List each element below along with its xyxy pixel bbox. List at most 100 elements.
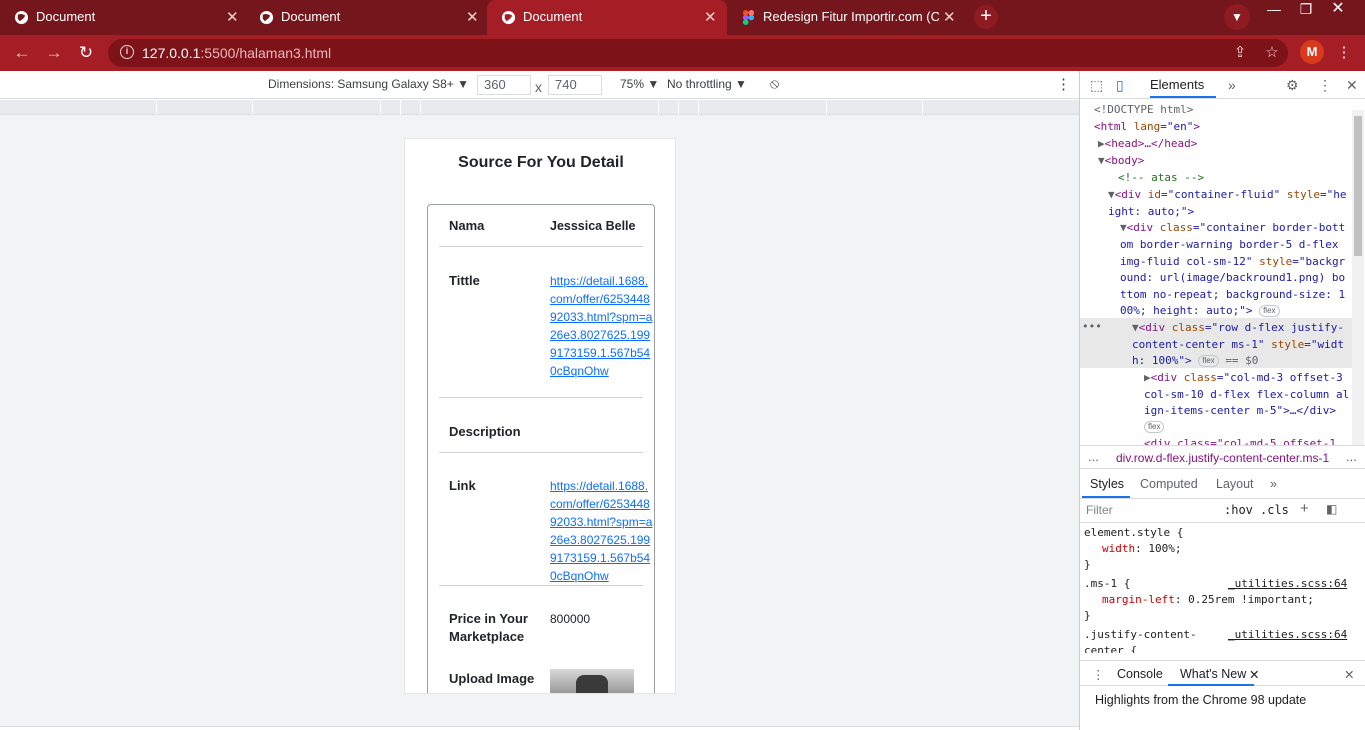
dom-line[interactable]: ign-items-center m-5">…</div> [1144,403,1336,420]
breadcrumb-more[interactable]: ... [1346,449,1357,464]
media-query-ruler[interactable] [0,100,1079,115]
profile-avatar[interactable]: M [1300,40,1324,64]
styles-tabbar: Styles Computed Layout » [1080,471,1365,499]
flex-badge[interactable]: flex [1198,355,1219,367]
drawer-menu-icon[interactable]: ⋮ [1092,667,1105,682]
more-tabs-chevron[interactable]: » [1228,77,1236,93]
style-line[interactable]: margin-left: 0.25rem !important; [1102,592,1314,608]
devtools-close-icon[interactable]: ✕ [1346,77,1358,94]
url-text[interactable]: 127.0.0.1:5500/halaman3.html [142,45,331,61]
dom-line[interactable]: <!DOCTYPE html> [1094,102,1193,119]
device-toggle-icon[interactable]: ▯ [1116,77,1124,94]
filter-input[interactable]: Filter [1086,503,1113,517]
browser-tab[interactable]: Document ✕ [245,0,487,35]
dom-line[interactable]: <div class="col-md-5 offset-1 [1144,436,1336,445]
device-more-icon[interactable]: ⋮ [1056,75,1071,93]
link-value[interactable]: https://detail.1688.com/offer/6253448920… [550,477,654,585]
hov-toggle[interactable]: :hov [1224,503,1253,517]
browser-menu-icon[interactable]: ⋮ [1332,41,1356,65]
uploaded-image[interactable] [550,669,634,693]
throttling-select[interactable]: No throttling ▼ [667,77,747,91]
divider [439,452,643,453]
browser-tab-active[interactable]: Document ✕ [487,0,727,35]
styles-pane[interactable]: element.style { width: 100%; } .ms-1 { _… [1080,523,1352,653]
dom-tree[interactable]: <!DOCTYPE html> <html lang="en"> ▶<head>… [1080,100,1352,445]
dom-line[interactable]: ight: auto;"> [1108,204,1194,221]
dom-line[interactable]: col-sm-10 d-flex flex-column al [1144,387,1349,404]
divider [439,246,643,247]
nama-label: Nama [449,218,485,233]
flex-badge[interactable]: flex [1144,421,1165,433]
dom-line[interactable]: ▼<div id="container-fluid" style="he [1108,187,1346,204]
close-tab-icon[interactable]: ✕ [704,8,717,26]
whats-new-highlight[interactable]: Highlights from the Chrome 98 update [1095,693,1306,707]
cls-toggle[interactable]: .cls [1260,503,1289,517]
tab-computed[interactable]: Computed [1140,477,1198,491]
rotate-icon[interactable]: ⦸ [770,75,779,92]
dom-line[interactable]: ▶<head>…</head> [1098,136,1197,153]
dom-line[interactable]: <html lang="en"> [1094,119,1200,136]
drawer-close-icon[interactable]: ✕ [1344,667,1354,682]
zoom-select[interactable]: 75% ▼ [620,77,659,91]
close-tab-icon[interactable]: ✕ [1249,667,1259,682]
tab-title: Document [281,9,341,24]
dom-line[interactable]: ound: url(image/backround1.png) bo [1120,270,1345,287]
dom-scrollbar[interactable] [1352,110,1364,445]
dom-line[interactable]: flex [1144,419,1165,436]
tab-whats-new[interactable]: What's New [1180,667,1246,681]
dom-line[interactable]: ▶<div class="col-md-3 offset-3 [1144,370,1343,387]
breadcrumb-item[interactable]: div.row.d-flex.justify-content-center.ms… [1116,451,1329,465]
browser-tab[interactable]: Redesign Fitur Importir.com (Cop ✕ [727,0,964,35]
dom-line[interactable]: ▼<div class="container border-bott [1120,220,1345,237]
dom-line[interactable]: ▼<body> [1098,153,1144,170]
tittle-link[interactable]: https://detail.1688.com/offer/6253448920… [550,272,654,380]
style-line[interactable]: width: 100%; [1102,541,1181,557]
forward-arrow-icon[interactable]: → [42,41,66,65]
browser-tab[interactable]: Document ✕ [0,0,245,35]
back-arrow-icon[interactable]: ← [10,41,34,65]
dom-line[interactable]: om border-warning border-5 d-flex [1120,237,1339,254]
breadcrumb-more[interactable]: ... [1088,449,1099,464]
tab-console[interactable]: Console [1117,667,1163,681]
style-line: element.style { [1084,526,1184,539]
site-info-icon[interactable]: i [120,45,134,59]
style-line: } [1084,558,1091,571]
devtools-menu-icon[interactable]: ⋮ [1318,77,1332,94]
settings-gear-icon[interactable]: ⚙ [1286,77,1299,94]
window-close-icon[interactable]: ✕ [1322,0,1354,22]
reload-icon[interactable]: ↻ [74,41,98,65]
device-width-input[interactable]: 360 [477,75,531,95]
dom-line[interactable]: 00%; height: auto;"> flex [1120,303,1280,320]
tab-styles[interactable]: Styles [1090,477,1124,491]
address-bar[interactable]: i 127.0.0.1:5500/halaman3.html [108,39,1288,67]
inspect-element-icon[interactable]: ⬚ [1090,77,1103,94]
tab-search-chevron-icon[interactable]: ▼ [1224,4,1250,30]
share-icon[interactable]: ⇪ [1228,41,1252,65]
tab-title: Document [36,9,96,24]
node-more-icon[interactable]: ••• [1082,319,1102,336]
source-link[interactable]: _utilities.scss:64 [1228,576,1347,592]
close-tab-icon[interactable]: ✕ [943,8,956,26]
price-label: Price in Your Marketplace [449,611,528,644]
toggle-sidebar-icon[interactable]: ◧ [1326,502,1337,516]
source-link[interactable]: _utilities.scss:64 [1228,627,1347,643]
dom-line[interactable]: ttom no-repeat; background-size: 1 [1120,287,1345,304]
dom-line[interactable]: img-fluid col-sm-12" style="backgr [1120,254,1345,271]
dom-line-selected[interactable]: content-center ms-1" style="widt [1132,337,1344,354]
bookmark-star-icon[interactable]: ☆ [1260,41,1284,65]
new-tab-button[interactable]: + [974,5,998,29]
add-rule-icon[interactable]: + [1300,500,1309,517]
minimize-icon[interactable]: — [1258,0,1290,22]
tab-layout[interactable]: Layout [1216,477,1254,491]
device-height-input[interactable]: 740 [548,75,602,95]
restore-icon[interactable]: ❐ [1290,0,1322,22]
more-tabs-chevron[interactable]: » [1270,477,1277,491]
flex-badge[interactable]: flex [1259,305,1280,317]
close-tab-icon[interactable]: ✕ [226,8,239,26]
close-tab-icon[interactable]: ✕ [466,8,479,26]
dom-line-selected[interactable]: ▼<div class="row d-flex justify- [1132,320,1344,337]
dom-line-selected[interactable]: h: 100%"> flex == $0 [1132,353,1258,370]
dimensions-select[interactable]: Dimensions: Samsung Galaxy S8+ ▼ [268,77,469,91]
dom-line[interactable]: <!-- atas --> [1118,170,1204,187]
tab-elements[interactable]: Elements [1150,77,1204,92]
